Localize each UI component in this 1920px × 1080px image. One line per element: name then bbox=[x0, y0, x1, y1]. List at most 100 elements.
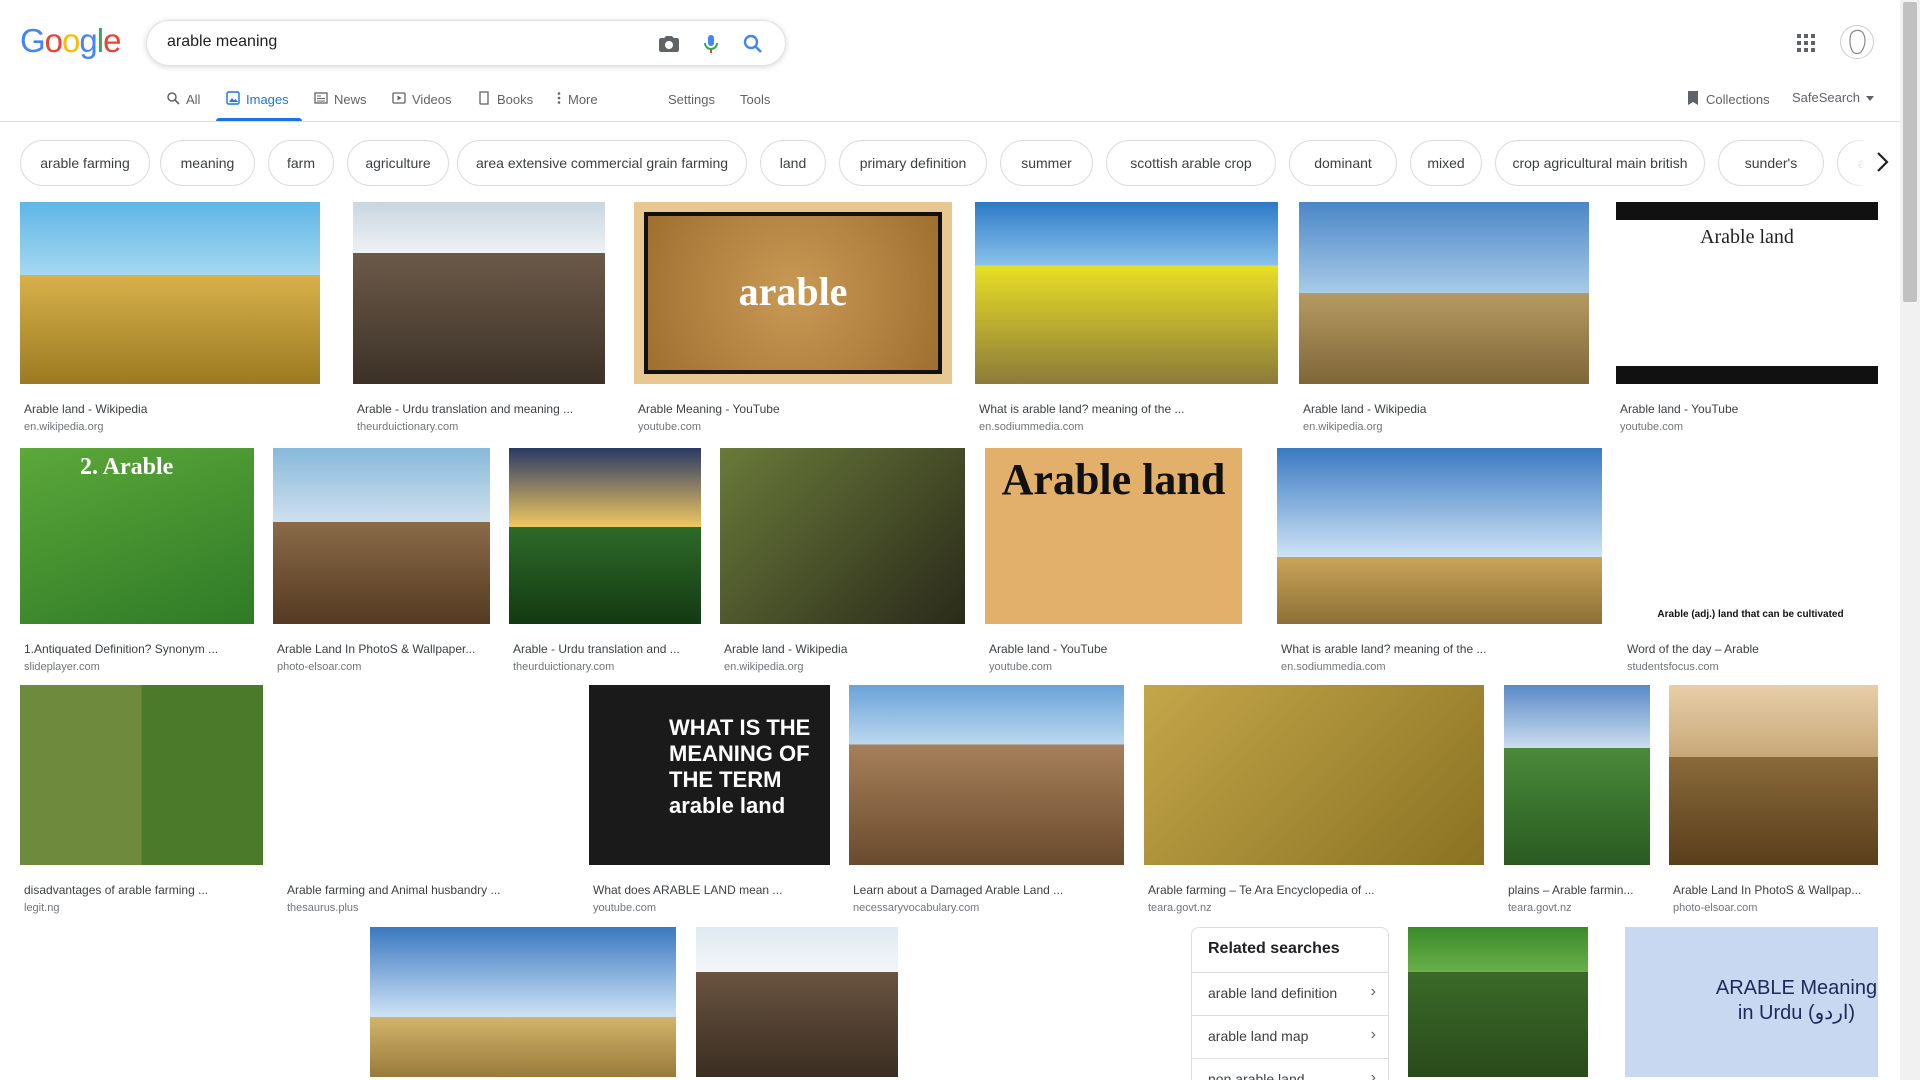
safesearch-menu[interactable]: SafeSearch bbox=[1792, 90, 1874, 105]
chip[interactable]: agriculture bbox=[347, 140, 449, 186]
chip[interactable]: dominant bbox=[1289, 140, 1397, 186]
related-search-item[interactable]: non arable land › bbox=[1192, 1058, 1388, 1080]
scrollbar-thumb[interactable] bbox=[1903, 2, 1917, 302]
microphone-icon[interactable] bbox=[699, 32, 723, 56]
thumbnail-text: 2. Arable bbox=[80, 454, 174, 480]
chips-next-button[interactable] bbox=[1864, 140, 1900, 188]
related-searches-heading: Related searches bbox=[1208, 940, 1340, 957]
tab-tools[interactable]: Tools bbox=[740, 90, 770, 108]
result-thumbnail[interactable] bbox=[918, 927, 1172, 1077]
chip[interactable]: meaning bbox=[160, 140, 255, 186]
result-source: en.wikipedia.org bbox=[724, 661, 804, 673]
result-thumbnail[interactable] bbox=[849, 685, 1124, 865]
related-search-label: non arable land bbox=[1208, 1071, 1305, 1080]
chip[interactable]: arable farming bbox=[20, 140, 150, 186]
tab-news[interactable]: News bbox=[314, 90, 367, 108]
tab-all[interactable]: All bbox=[166, 90, 200, 108]
chip[interactable]: crop agricultural main british bbox=[1495, 140, 1705, 186]
result-thumbnail[interactable] bbox=[20, 927, 350, 1077]
result-source: slideplayer.com bbox=[24, 661, 100, 673]
header: Google arable meaning All Images News Vi… bbox=[0, 0, 1900, 122]
result-title[interactable]: Word of the day – Arable bbox=[1627, 642, 1874, 656]
result-title[interactable]: Arable - Urdu translation and ... bbox=[513, 642, 697, 656]
search-input[interactable] bbox=[167, 33, 617, 51]
chip[interactable]: farm bbox=[268, 140, 334, 186]
result-thumbnail[interactable] bbox=[1504, 685, 1650, 865]
chip[interactable]: summer bbox=[1000, 140, 1093, 186]
google-logo[interactable]: Google bbox=[20, 22, 121, 60]
result-thumbnail[interactable] bbox=[20, 685, 263, 865]
result-title[interactable]: plains – Arable farmin... bbox=[1508, 883, 1646, 897]
result-title[interactable]: Arable farming and Animal husbandry ... bbox=[287, 883, 567, 897]
result-thumbnail[interactable]: WHAT IS THE MEANING OF THE TERM arable l… bbox=[589, 685, 830, 865]
chip[interactable]: scottish arable crop bbox=[1106, 140, 1276, 186]
result-thumbnail[interactable] bbox=[1144, 685, 1484, 865]
tab-label: All bbox=[186, 91, 201, 107]
result-title[interactable]: disadvantages of arable farming ... bbox=[24, 883, 259, 897]
result-title[interactable]: What does ARABLE LAND mean ... bbox=[593, 883, 826, 897]
result-thumbnail[interactable] bbox=[509, 448, 701, 624]
chip[interactable]: mixed bbox=[1410, 140, 1482, 186]
chip[interactable]: primary definition bbox=[839, 140, 987, 186]
result-thumbnail[interactable]: ARABLE Meaning in Urdu (اردو) bbox=[1625, 927, 1878, 1077]
news-icon bbox=[314, 91, 328, 108]
result-thumbnail[interactable] bbox=[1669, 685, 1878, 865]
result-thumbnail[interactable] bbox=[1299, 202, 1589, 384]
result-thumbnail[interactable] bbox=[975, 202, 1278, 384]
result-source: youtube.com bbox=[593, 902, 656, 914]
result-source: theurduictionary.com bbox=[513, 661, 615, 673]
result-thumbnail[interactable] bbox=[1408, 927, 1588, 1077]
result-thumbnail[interactable] bbox=[370, 927, 676, 1077]
camera-icon[interactable] bbox=[657, 32, 681, 56]
tab-label: Videos bbox=[412, 91, 452, 107]
thumbnail-text: arable bbox=[738, 269, 848, 314]
result-thumbnail[interactable]: 2. Arable bbox=[20, 448, 254, 624]
result-thumbnail[interactable] bbox=[1277, 448, 1602, 624]
apps-grid-icon[interactable] bbox=[1795, 32, 1817, 54]
result-thumbnail[interactable] bbox=[273, 448, 490, 624]
result-title[interactable]: Arable Land In PhotoS & Wallpap... bbox=[1673, 883, 1874, 897]
page-scrollbar[interactable] bbox=[1900, 0, 1920, 1080]
result-title[interactable]: 1.Antiquated Definition? Synonym ... bbox=[24, 642, 250, 656]
result-thumbnail[interactable] bbox=[20, 202, 320, 384]
tab-books[interactable]: Books bbox=[477, 90, 533, 108]
result-thumbnail[interactable] bbox=[696, 927, 898, 1077]
result-title[interactable]: Arable land - YouTube bbox=[989, 642, 1238, 656]
search-small-icon bbox=[166, 91, 180, 108]
result-title[interactable]: Arable land - Wikipedia bbox=[24, 402, 316, 416]
result-title[interactable]: Arable - Urdu translation and meaning ..… bbox=[357, 402, 601, 416]
thumbnail-text: ARABLE Meaning in Urdu (اردو) bbox=[1715, 977, 1878, 1024]
result-title[interactable]: Arable Land In PhotoS & Wallpaper... bbox=[277, 642, 486, 656]
result-thumbnail[interactable] bbox=[353, 202, 605, 384]
result-title[interactable]: Arable land - YouTube bbox=[1620, 402, 1874, 416]
chevron-right-icon: › bbox=[1370, 983, 1376, 1000]
tab-videos[interactable]: Videos bbox=[392, 90, 452, 108]
chip[interactable]: sunder's bbox=[1718, 140, 1824, 186]
chip[interactable]: area extensive commercial grain farming bbox=[457, 140, 747, 186]
result-title[interactable]: Arable farming – Te Ara Encyclopedia of … bbox=[1148, 883, 1480, 897]
collections-label: Collections bbox=[1706, 92, 1770, 107]
result-title[interactable]: Arable land - Wikipedia bbox=[724, 642, 961, 656]
result-thumbnail[interactable]: Arable (adj.) land that can be cultivate… bbox=[1623, 448, 1878, 624]
result-title[interactable]: What is arable land? meaning of the ... bbox=[979, 402, 1274, 416]
result-thumbnail[interactable] bbox=[720, 448, 965, 624]
tab-settings[interactable]: Settings bbox=[668, 90, 715, 108]
tab-more[interactable]: More bbox=[556, 90, 598, 108]
result-thumbnail[interactable]: Arable land bbox=[985, 448, 1242, 624]
chevron-right-icon: › bbox=[1370, 1026, 1376, 1043]
search-icon[interactable] bbox=[741, 32, 765, 56]
result-thumbnail[interactable]: Arable land bbox=[1616, 202, 1878, 384]
related-search-item[interactable]: arable land definition › bbox=[1192, 972, 1388, 1015]
account-avatar[interactable] bbox=[1840, 25, 1874, 59]
result-title[interactable]: Arable land - Wikipedia bbox=[1303, 402, 1585, 416]
collections-link[interactable]: Collections bbox=[1686, 90, 1770, 109]
result-thumbnail[interactable] bbox=[283, 685, 571, 865]
related-search-item[interactable]: arable land map › bbox=[1192, 1015, 1388, 1058]
result-title[interactable]: Arable Meaning - YouTube bbox=[638, 402, 948, 416]
result-source: photo-elsoar.com bbox=[1673, 902, 1758, 914]
result-title[interactable]: What is arable land? meaning of the ... bbox=[1281, 642, 1598, 656]
chip[interactable]: land bbox=[760, 140, 826, 186]
result-thumbnail[interactable]: arable bbox=[634, 202, 952, 384]
result-title[interactable]: Learn about a Damaged Arable Land ... bbox=[853, 883, 1120, 897]
tab-images[interactable]: Images bbox=[226, 90, 289, 108]
